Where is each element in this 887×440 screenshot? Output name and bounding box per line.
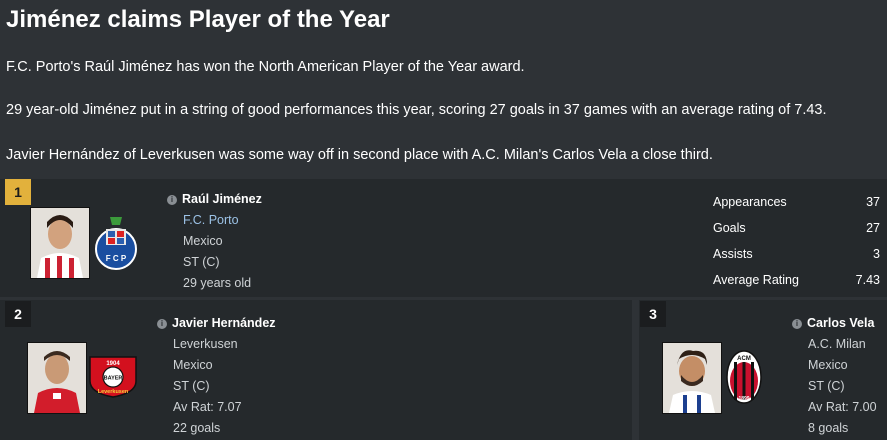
second-nation: Mexico — [173, 358, 213, 372]
winner-position: ST (C) — [183, 255, 220, 269]
third-info: i Carlos Vela A.C. Milan Mexico ST (C) Av… — [776, 313, 877, 439]
third-nation: Mexico — [808, 358, 848, 372]
rank-badge-2: 2 — [5, 301, 31, 327]
second-info: i Javier Hernández Leverkusen Mexico ST (… — [157, 313, 276, 439]
winner-photo[interactable] — [30, 207, 90, 279]
stat-label: Goals — [713, 221, 746, 235]
milan-crest-year: 1899 — [738, 396, 749, 402]
leverkusen-crest-bayer: BAYER — [104, 376, 123, 382]
milan-crest-text: ACM — [737, 356, 751, 362]
second-club[interactable]: Leverkusen — [157, 334, 276, 355]
stat-label: Assists — [713, 247, 753, 261]
winner-stats: Appearances 37 Goals 27 Assists 3 Average R… — [713, 192, 880, 296]
headline: Jiménez claims Player of the Year — [6, 6, 390, 33]
stat-row: Goals 27 — [713, 218, 880, 244]
third-position: ST (C) — [808, 379, 845, 393]
winner-age: 29 years old — [183, 276, 252, 290]
third-goals: 8 goals — [808, 421, 849, 435]
stat-value: 7.43 — [855, 273, 880, 287]
second-name[interactable]: Javier Hernández — [172, 316, 276, 330]
porto-crest-icon: F C P — [92, 215, 140, 270]
second-name-row[interactable]: i Javier Hernández — [157, 313, 276, 334]
paragraph-award: F.C. Porto's Raúl Jiménez has won the No… — [6, 59, 525, 75]
second-goals: 22 goals — [173, 421, 221, 435]
second-rating: Av Rat: 7.07 — [173, 400, 242, 414]
leverkusen-crest-name: Leverkusen — [98, 389, 129, 395]
winner-nation: Mexico — [183, 234, 223, 248]
stat-row: Assists 3 — [713, 244, 880, 270]
winner-club[interactable]: F.C. Porto — [167, 210, 262, 231]
winner-info: i Raúl Jiménez F.C. Porto Mexico ST (C) 2… — [167, 189, 262, 294]
leverkusen-crest-icon: 1904 BAYER Leverkusen — [87, 353, 137, 401]
winner-name[interactable]: Raúl Jiménez — [182, 192, 262, 206]
stat-value: 37 — [866, 195, 880, 209]
porto-crest-text: F C P — [106, 254, 127, 263]
milan-crest-icon: ACM 1899 — [724, 348, 772, 404]
third-name[interactable]: Carlos Vela — [807, 316, 874, 330]
third-rating: Av Rat: 7.00 — [808, 400, 877, 414]
paragraph-stats: 29 year-old Jiménez put in a string of g… — [6, 102, 827, 118]
stat-value: 3 — [873, 247, 880, 261]
info-icon[interactable]: i — [167, 195, 177, 205]
leverkusen-crest-year: 1904 — [106, 361, 120, 367]
stat-label: Average Rating — [713, 273, 799, 287]
stat-value: 27 — [866, 221, 880, 235]
third-photo[interactable] — [662, 342, 722, 414]
stat-row: Average Rating 7.43 — [713, 270, 880, 296]
info-icon[interactable]: i — [157, 319, 167, 329]
winner-name-row[interactable]: i Raúl Jiménez — [167, 189, 262, 210]
second-position: ST (C) — [173, 379, 210, 393]
third-club[interactable]: A.C. Milan — [776, 334, 874, 355]
stat-label: Appearances — [713, 195, 787, 209]
info-icon[interactable]: i — [792, 319, 802, 329]
rank-badge-3: 3 — [640, 301, 666, 327]
paragraph-runners-up: Javier Hernández of Leverkusen was some … — [6, 147, 713, 163]
second-photo[interactable] — [27, 342, 87, 414]
stat-row: Appearances 37 — [713, 192, 880, 218]
third-name-row[interactable]: i Carlos Vela — [776, 313, 874, 334]
rank-badge-1: 1 — [5, 179, 31, 205]
